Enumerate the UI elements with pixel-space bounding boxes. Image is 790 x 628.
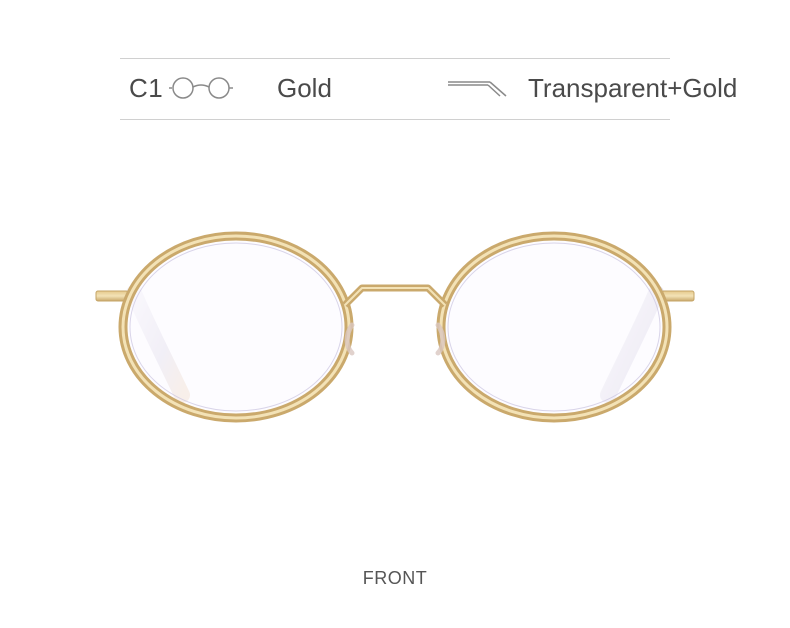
left-lens	[118, 231, 354, 423]
material-name: Transparent+Gold	[528, 73, 738, 103]
color-option-row: C1 Gold Transparent+Gold	[120, 58, 790, 119]
color-name: Gold	[277, 73, 332, 103]
divider-bottom	[120, 119, 670, 120]
temple-arm-icon	[448, 81, 507, 97]
right-lens	[436, 231, 672, 423]
glasses-outline-icon	[169, 77, 233, 99]
nose-pads	[344, 322, 446, 356]
view-label: FRONT	[362, 568, 428, 588]
color-code: C1	[129, 73, 164, 103]
product-image-glasses	[95, 231, 695, 423]
left-hinge	[95, 290, 129, 302]
right-hinge	[661, 290, 695, 302]
bridge	[342, 284, 448, 308]
